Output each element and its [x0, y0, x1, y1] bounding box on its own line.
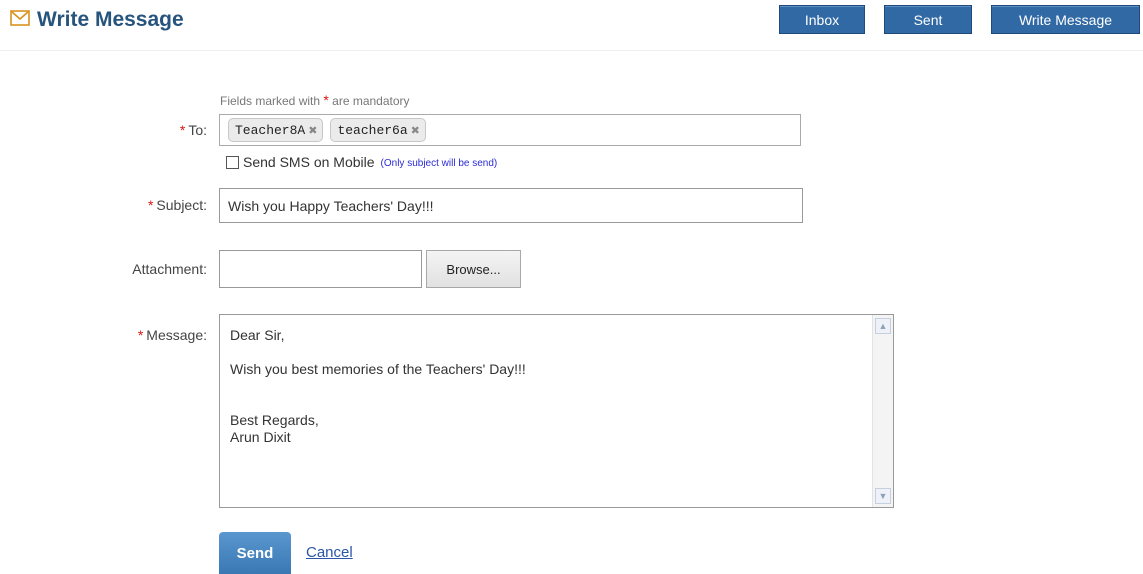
message-text: Dear Sir, Wish you best memories of the … — [230, 327, 526, 445]
message-scrollbar[interactable]: ▲ ▼ — [872, 315, 893, 507]
sms-checkbox[interactable] — [226, 155, 239, 169]
page-header: Write Message Inbox Sent Write Message — [0, 0, 1143, 51]
attachment-label: Attachment: — [132, 261, 207, 277]
recipient-chip: teacher6a ✖ — [330, 118, 426, 142]
recipient-chip: Teacher8A ✖ — [228, 118, 324, 142]
cancel-link[interactable]: Cancel — [306, 544, 353, 561]
sent-button[interactable]: Sent — [884, 5, 972, 34]
mandatory-note: Fields marked with * are mandatory — [220, 92, 410, 108]
subject-label: * Subject: — [147, 197, 207, 213]
required-star: * — [179, 122, 186, 138]
recipient-name: teacher6a — [337, 122, 408, 138]
remove-recipient-icon[interactable]: ✖ — [308, 124, 317, 137]
to-label: * To: — [179, 122, 207, 138]
subject-input[interactable]: Wish you Happy Teachers' Day!!! — [219, 188, 803, 223]
write-message-button[interactable]: Write Message — [991, 5, 1140, 34]
sms-hint: (Only subject will be send) — [380, 157, 498, 169]
required-star: * — [137, 327, 144, 343]
page-title: Write Message — [37, 8, 184, 31]
title-area: Write Message — [10, 8, 184, 32]
required-star: * — [147, 197, 154, 213]
recipient-name: Teacher8A — [235, 122, 306, 138]
scroll-up-icon[interactable]: ▲ — [875, 318, 891, 334]
send-button[interactable]: Send — [219, 532, 291, 574]
scroll-down-icon[interactable]: ▼ — [875, 488, 891, 504]
attachment-file-input[interactable] — [219, 250, 422, 288]
message-label: * Message: — [137, 327, 207, 343]
browse-button[interactable]: Browse... — [426, 250, 521, 288]
sms-option: Send SMS on Mobile (Only subject will be… — [226, 154, 497, 170]
envelope-icon — [10, 10, 30, 26]
inbox-button[interactable]: Inbox — [779, 5, 865, 34]
sms-label: Send SMS on Mobile — [243, 154, 375, 170]
remove-recipient-icon[interactable]: ✖ — [411, 124, 420, 137]
message-textarea[interactable]: Dear Sir, Wish you best memories of the … — [219, 314, 894, 508]
to-field[interactable]: Teacher8A ✖ teacher6a ✖ — [219, 114, 801, 146]
